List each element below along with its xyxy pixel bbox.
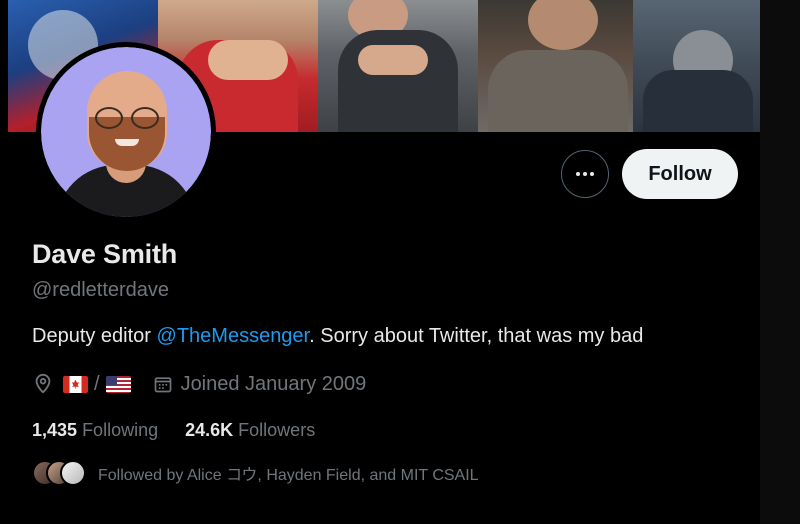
more-options-button[interactable] — [561, 150, 609, 198]
joined-date: Joined January 2009 — [180, 372, 367, 395]
mention-link[interactable]: @TheMessenger — [157, 325, 310, 347]
usa-flag-icon — [105, 375, 131, 393]
bio-text: Deputy editor — [32, 325, 157, 347]
followers-count: 24.6K — [185, 420, 234, 440]
banner-panel — [318, 0, 478, 132]
banner-panel — [478, 0, 633, 132]
bio-text: . Sorry about Twitter, that was my bad — [309, 325, 644, 347]
username-handle: @redletterdave — [32, 279, 170, 301]
followed-by-text: Followed by Alice コウ, Hayden Field, and … — [98, 467, 479, 484]
follow-button[interactable]: Follow — [622, 149, 738, 199]
background-edge — [760, 0, 800, 524]
canada-flag-icon — [63, 375, 88, 393]
more-horizontal-icon — [576, 172, 580, 176]
avatar[interactable] — [36, 42, 216, 222]
profile-page: Follow Dave Smith @redletterdave Deputy … — [8, 0, 760, 524]
follower-avatar — [60, 460, 86, 486]
following-label: Following — [82, 420, 159, 440]
location-icon — [35, 373, 51, 394]
profile-meta: / Joined January 2009 — [32, 370, 366, 398]
banner-panel — [633, 0, 760, 132]
followed-by[interactable]: Followed by Alice コウ, Hayden Field, and … — [32, 458, 479, 488]
following-count: 1,435 — [32, 420, 78, 440]
calendar-icon — [154, 377, 171, 393]
bio: Deputy editor @TheMessenger. Sorry about… — [32, 325, 643, 348]
location-separator: / — [94, 372, 100, 395]
display-name: Dave Smith — [32, 239, 178, 269]
followers-label: Followers — [238, 420, 316, 440]
followers-link[interactable]: 24.6K Followers — [185, 420, 315, 441]
following-link[interactable]: 1,435 Following — [32, 420, 158, 441]
follow-stats: 1,435 Following 24.6K Followers — [32, 420, 315, 441]
